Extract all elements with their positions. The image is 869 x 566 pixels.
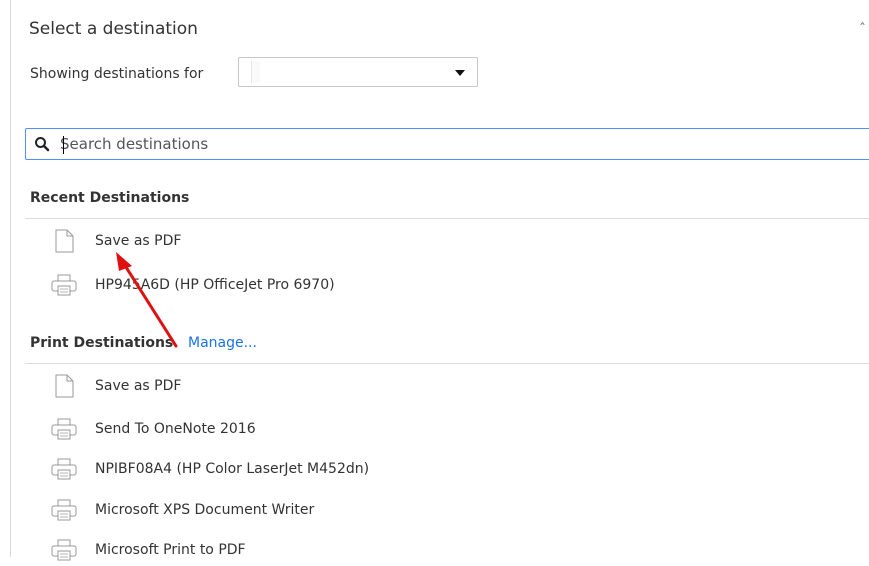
annotation-arrow <box>116 252 178 348</box>
